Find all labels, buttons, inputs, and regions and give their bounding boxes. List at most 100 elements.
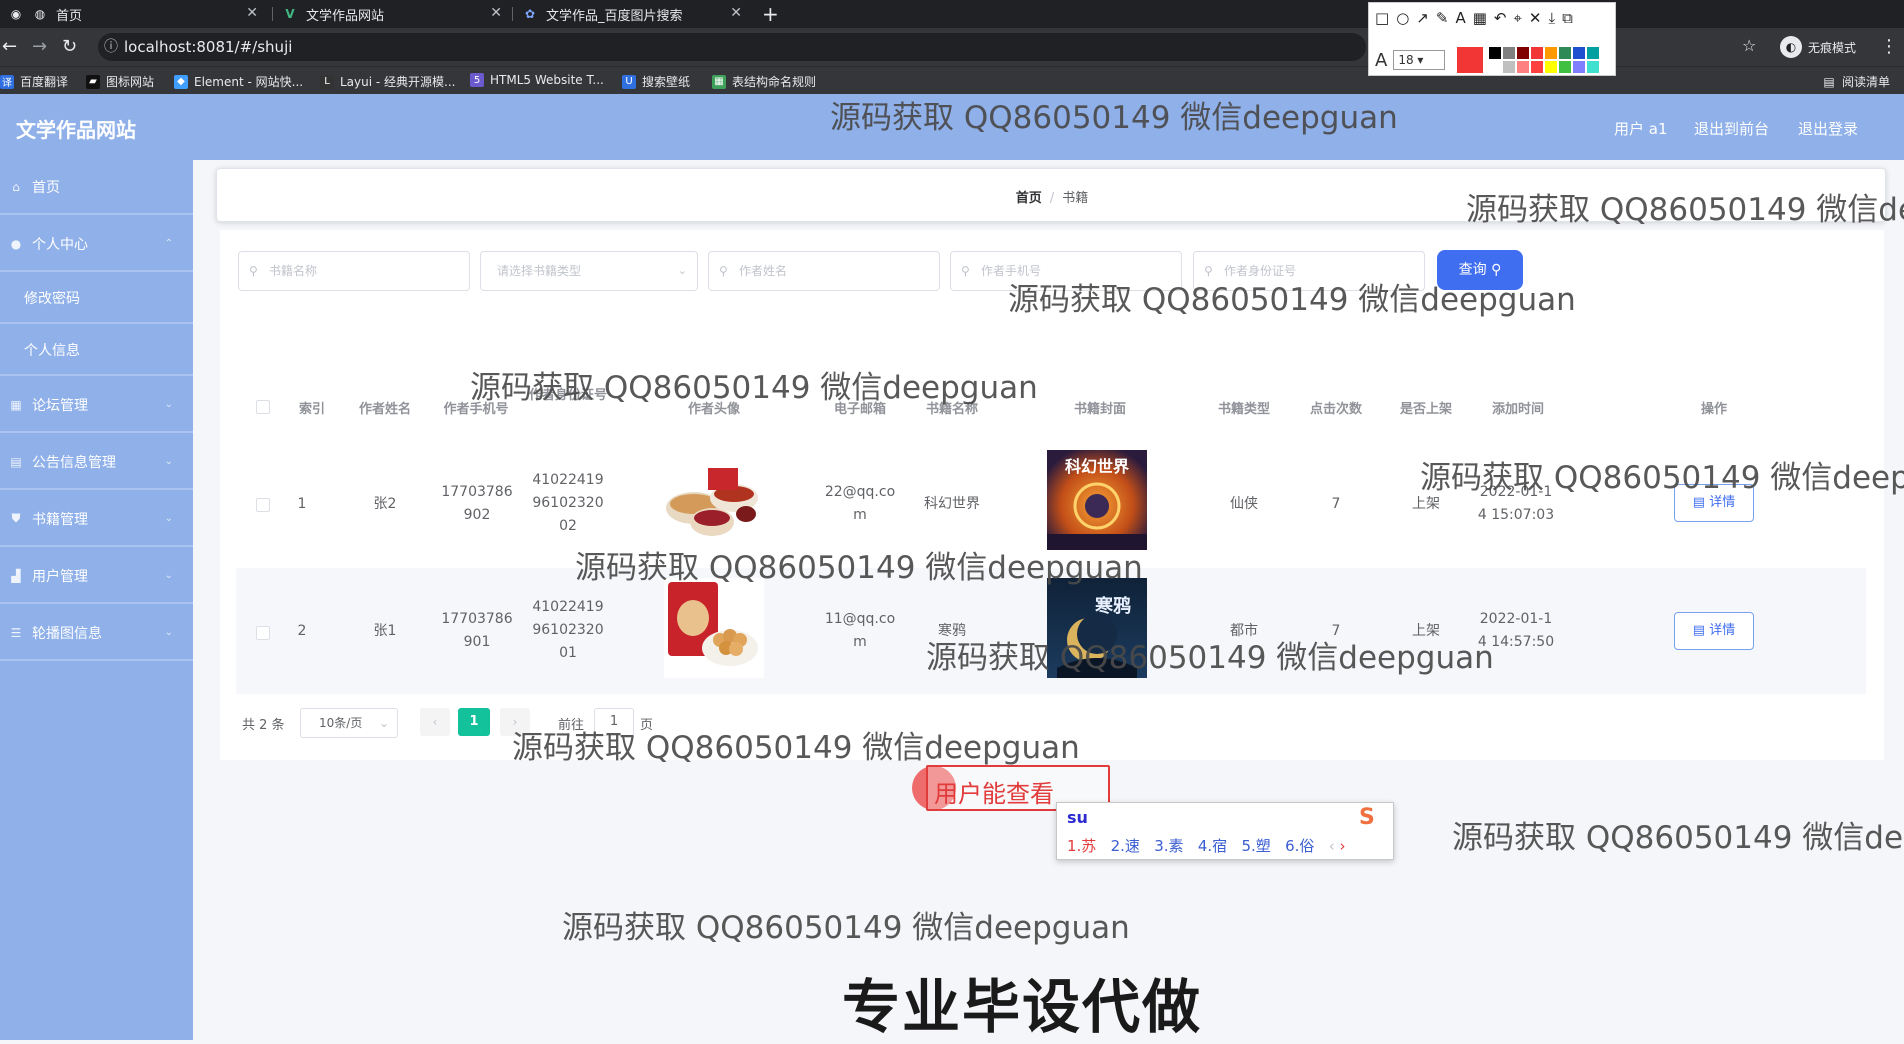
close-icon[interactable]: ✕ <box>730 5 742 21</box>
browser-menu-icon: ◉ <box>10 7 22 21</box>
cell-id-card: 410224199610232002 <box>532 472 604 534</box>
color-swatch[interactable] <box>1531 47 1544 59</box>
url-input[interactable]: ⓘ localhost:8081/#/shuji <box>98 33 1366 61</box>
chevron-down-icon: ⌄ <box>378 716 389 730</box>
close-icon[interactable]: ✕ <box>246 5 258 21</box>
color-swatch[interactable] <box>1573 61 1586 73</box>
cell-phone: 17703786902 <box>441 484 513 523</box>
author-name-input[interactable]: ⚲ 作者姓名 <box>708 251 940 291</box>
incognito-indicator[interactable]: ◐ 无痕模式 <box>1780 36 1856 58</box>
color-swatch[interactable] <box>1489 47 1502 59</box>
bookmark-item[interactable]: 译 百度翻译 <box>0 73 68 90</box>
color-swatch[interactable] <box>1531 61 1544 73</box>
reading-list[interactable]: ▤ 阅读清单 <box>1822 73 1890 90</box>
rectangle-tool-icon[interactable]: □ <box>1375 9 1389 27</box>
back-icon[interactable]: ← <box>2 36 17 57</box>
watermark: 源码获取 QQ86050149 微信deepguan <box>575 550 1143 586</box>
column-header: 书籍类型 <box>1217 402 1270 417</box>
color-swatch[interactable] <box>1489 61 1502 73</box>
back-to-front-link[interactable]: 退出到前台 <box>1694 118 1769 139</box>
bookmark-item[interactable]: L Layui - 经典开源模... <box>320 73 455 90</box>
forward-icon[interactable]: → <box>32 36 47 57</box>
save-icon[interactable]: ⤓ <box>1549 9 1556 27</box>
pin-icon[interactable]: ⌖ <box>1513 9 1521 27</box>
tab-home[interactable]: ◉ ◍ 首页 ✕ <box>8 0 268 28</box>
color-swatch[interactable] <box>1559 61 1572 73</box>
ime-candidate[interactable]: 6.俗 <box>1285 837 1314 855</box>
ime-next-icon[interactable]: › <box>1340 837 1346 855</box>
ime-prev-icon[interactable]: ‹ <box>1329 837 1335 855</box>
bookmark-item[interactable]: ▰ 图标网站 <box>86 73 154 90</box>
incognito-label: 无痕模式 <box>1808 40 1857 55</box>
detail-button[interactable]: ▤ 详情 <box>1674 612 1754 650</box>
current-color-swatch[interactable] <box>1457 47 1484 73</box>
color-swatch[interactable] <box>1545 61 1558 73</box>
row-checkbox[interactable] <box>256 498 270 512</box>
sidebar-item-change-password[interactable]: 修改密码 <box>0 274 193 324</box>
ime-candidate[interactable]: 3.素 <box>1154 837 1183 855</box>
bookmark-item[interactable]: 5 HTML5 Website T... <box>470 73 604 87</box>
ime-candidate[interactable]: 1.苏 <box>1067 837 1096 855</box>
ime-candidate[interactable]: 5.塑 <box>1242 837 1271 855</box>
ellipse-tool-icon[interactable]: ○ <box>1396 9 1409 27</box>
row-checkbox[interactable] <box>256 626 270 640</box>
breadcrumb-current: 书籍 <box>1062 191 1089 206</box>
sogou-logo-icon: S <box>1359 805 1375 830</box>
sidebar-item-label: 首页 <box>32 179 60 196</box>
current-page-button[interactable]: 1 <box>458 708 490 736</box>
color-swatch[interactable] <box>1517 61 1530 73</box>
mosaic-tool-icon[interactable]: ▦ <box>1473 9 1487 27</box>
close-icon[interactable]: ✕ <box>1529 9 1542 27</box>
book-name-input[interactable]: ⚲ 书籍名称 <box>238 251 470 291</box>
new-tab-button[interactable]: + <box>762 2 779 26</box>
sidebar-item-personal-center[interactable]: ● 个人中心 ⌃ <box>0 217 193 272</box>
prev-page-button[interactable]: ‹ <box>420 708 450 736</box>
chevron-down-icon: ⌄ <box>677 264 687 277</box>
sidebar-item-books[interactable]: ⛊ 书籍管理 ⌄ <box>0 492 193 547</box>
ime-candidate-window: su S 1.苏 2.速 3.素 4.宿 5.塑 6.俗 ‹ › <box>1056 802 1394 860</box>
reload-icon[interactable]: ↻ <box>62 36 77 57</box>
bookmark-item[interactable]: ▦ 表结构命名规则 <box>712 73 816 90</box>
sidebar-item-forum[interactable]: ▦ 论坛管理 ⌄ <box>0 378 193 433</box>
bookmark-label: HTML5 Website T... <box>490 73 604 87</box>
color-swatch[interactable] <box>1559 47 1572 59</box>
text-tool-icon[interactable]: A <box>1455 9 1465 27</box>
sidebar-item-users[interactable]: ▟ 用户管理 ⌄ <box>0 549 193 604</box>
color-swatch[interactable] <box>1587 47 1600 59</box>
color-swatch[interactable] <box>1587 61 1600 73</box>
color-swatch[interactable] <box>1573 47 1586 59</box>
logout-link[interactable]: 退出登录 <box>1798 118 1858 139</box>
font-size-select[interactable]: 18 ▾ <box>1393 50 1446 70</box>
sidebar-item-personal-info[interactable]: 个人信息 <box>0 326 193 376</box>
reading-list-icon: ▤ <box>1823 74 1835 89</box>
pen-tool-icon[interactable]: ✎ <box>1436 9 1449 27</box>
color-swatch[interactable] <box>1545 47 1558 59</box>
select-all-checkbox[interactable] <box>256 400 270 414</box>
bookmark-item[interactable]: ◆ Element - 网站快... <box>174 73 303 90</box>
watermark: 源码获取 QQ86050149 微信deepguan <box>1466 192 1904 228</box>
bookmark-item[interactable]: U 搜索壁纸 <box>622 73 690 90</box>
current-user: 用户 a1 <box>1614 120 1668 138</box>
sidebar-item-home[interactable]: ⌂ 首页 <box>0 160 193 215</box>
color-swatch[interactable] <box>1517 47 1530 59</box>
watermark: 源码获取 QQ86050149 微信deepguan <box>470 370 1038 406</box>
page-size-select[interactable]: 10条/页 ⌄ <box>300 708 398 738</box>
sidebar-item-label: 用户管理 <box>32 568 88 585</box>
color-swatch[interactable] <box>1503 61 1516 73</box>
bookmark-label: 图标网站 <box>106 75 155 89</box>
close-icon[interactable]: ✕ <box>490 5 502 21</box>
book-type-select[interactable]: 请选择书籍类型 ⌄ <box>480 251 698 291</box>
sidebar-item-carousel[interactable]: ☰ 轮播图信息 ⌄ <box>0 606 193 661</box>
sidebar-item-announcements[interactable]: ▤ 公告信息管理 ⌄ <box>0 435 193 490</box>
tab-literature-site[interactable]: V 文学作品网站 ✕ <box>282 0 512 28</box>
ime-candidate[interactable]: 4.宿 <box>1198 837 1227 855</box>
undo-icon[interactable]: ↶ <box>1494 9 1507 27</box>
copy-icon[interactable]: ⧉ <box>1562 9 1573 27</box>
more-menu-icon[interactable]: ⋮ <box>1880 36 1898 57</box>
tab-baidu-images[interactable]: ✿ 文学作品_百度图片搜索 ✕ <box>522 0 752 28</box>
bookmark-star-icon[interactable]: ☆ <box>1742 36 1756 55</box>
color-swatch[interactable] <box>1503 47 1516 59</box>
breadcrumb-home[interactable]: 首页 <box>1016 191 1042 206</box>
arrow-tool-icon[interactable]: ↗ <box>1416 9 1429 27</box>
ime-candidate[interactable]: 2.速 <box>1111 837 1140 855</box>
